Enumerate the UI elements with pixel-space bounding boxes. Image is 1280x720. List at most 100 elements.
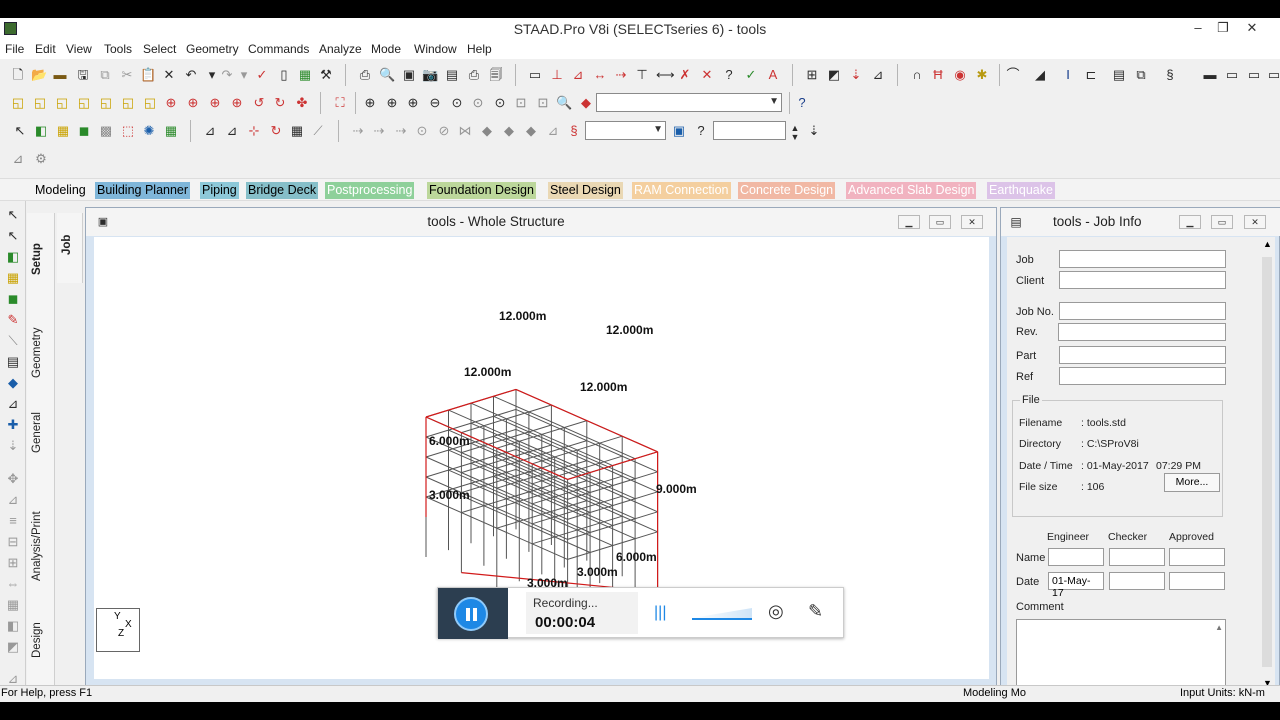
print-icon[interactable]: ⎙ — [357, 67, 373, 83]
eye-icon[interactable]: ◉ — [952, 67, 968, 83]
window-cascade-icon[interactable]: ▭ — [1224, 67, 1240, 83]
job-info-minimize-button[interactable]: ▁ — [1179, 215, 1201, 229]
page-tab-piping[interactable]: Piping — [200, 182, 239, 199]
delete-mark-icon[interactable]: ✕ — [699, 67, 715, 83]
align-tool-icon[interactable]: ⊟ — [5, 534, 21, 550]
grid-icon[interactable]: ✱ — [974, 67, 990, 83]
view-window-icon[interactable]: ▭ — [527, 67, 543, 83]
side-tab-design[interactable]: Design — [31, 622, 43, 658]
checker-date-field[interactable] — [1109, 572, 1165, 590]
spec-tool-icon[interactable]: ⊿ — [5, 396, 21, 412]
help-question-icon[interactable]: ? — [721, 67, 737, 83]
frame-icon[interactable]: Ħ — [930, 67, 946, 83]
beam-icon[interactable]: ⌒ — [1005, 67, 1021, 83]
support-icon[interactable]: ⊿ — [870, 67, 886, 83]
iso-view-6-icon[interactable]: ◱ — [120, 95, 136, 111]
page-tab-foundation-design[interactable]: Foundation Design — [427, 182, 536, 199]
property-tool-icon[interactable]: ◆ — [5, 375, 21, 391]
select-all-icon[interactable]: ▦ — [163, 123, 179, 139]
shape-3-icon[interactable]: ◆ — [523, 123, 539, 139]
page-tab-modeling[interactable]: Modeling — [33, 182, 88, 199]
snap-beam-icon[interactable]: ⇢ — [371, 123, 387, 139]
dynamic-zoom-icon[interactable]: ⊡ — [535, 95, 551, 111]
plate-icon[interactable]: ◩ — [826, 67, 842, 83]
pan-icon[interactable]: ⊙ — [492, 95, 508, 111]
rotate-geom-icon[interactable]: ↻ — [268, 123, 284, 139]
circular-repeat-icon[interactable]: ⊿ — [224, 123, 240, 139]
paste-icon[interactable]: 📋 — [140, 67, 156, 83]
page-tab-concrete-design[interactable]: Concrete Design — [738, 182, 836, 199]
array-tool-icon[interactable]: ▦ — [5, 597, 21, 613]
shape-5-icon[interactable]: § — [566, 123, 582, 139]
zoom-extents-icon[interactable]: ⊙ — [449, 95, 465, 111]
menu-help[interactable]: Help — [467, 42, 492, 56]
shape-4-icon[interactable]: ⊿ — [545, 123, 561, 139]
dynamic-rotate-icon[interactable]: ✤ — [294, 95, 310, 111]
whats-this-icon[interactable]: ? — [794, 95, 810, 111]
engineer-name-field[interactable] — [1048, 548, 1104, 566]
view-combo[interactable]: ▼ — [596, 93, 782, 112]
channel-icon[interactable]: ⊏ — [1083, 67, 1099, 83]
plate-cursor-icon[interactable]: ◼ — [5, 291, 21, 307]
menu-window[interactable]: Window — [414, 42, 457, 56]
iso-view-1-icon[interactable]: ◱ — [10, 95, 26, 111]
spin-right-icon[interactable]: ↻ — [272, 95, 288, 111]
tool-icon[interactable]: ⚒ — [318, 67, 334, 83]
open-file-icon[interactable]: 📂 — [31, 67, 47, 83]
cut-section-icon[interactable]: ⊙ — [414, 123, 430, 139]
window-tile-icon[interactable]: ▭ — [1246, 67, 1262, 83]
node-distance-icon[interactable]: ⇢ — [613, 67, 629, 83]
merge-tool-icon[interactable]: ⊞ — [5, 555, 21, 571]
menu-geometry[interactable]: Geometry — [186, 42, 239, 56]
node-cursor-icon[interactable]: ◧ — [5, 249, 21, 265]
undo-dropdown-icon[interactable]: ▾ — [204, 67, 220, 83]
structure-close-button[interactable]: ✕ — [961, 215, 983, 229]
rev-field[interactable] — [1058, 323, 1226, 341]
take-picture-icon[interactable]: 📷 — [422, 67, 438, 83]
eraser-icon[interactable]: ◆ — [578, 95, 594, 111]
undo-icon[interactable]: ↶ — [183, 67, 199, 83]
side-tab-analysis-print[interactable]: Analysis/Print — [31, 511, 43, 581]
red-letter-icon[interactable]: A — [765, 67, 781, 83]
arc-icon[interactable]: ∩ — [909, 67, 925, 83]
side-tab-geometry[interactable]: Geometry — [31, 328, 43, 379]
select-beams-icon[interactable]: ▦ — [55, 123, 71, 139]
copy-tool-icon[interactable]: ⊿ — [5, 492, 21, 508]
close-button[interactable]: ✕ — [1242, 20, 1262, 36]
stretch-tool-icon[interactable]: ⇔ — [5, 576, 21, 592]
grid-tool-icon[interactable]: ▤ — [5, 354, 21, 370]
zoom-in-icon[interactable]: ⊕ — [362, 95, 378, 111]
page-tab-advanced-slab-design[interactable]: Advanced Slab Design — [846, 182, 977, 199]
zoom-page-icon[interactable]: 🗐 — [488, 67, 504, 83]
shape-1-icon[interactable]: ◆ — [479, 123, 495, 139]
rotate-right-icon[interactable]: ⊕ — [229, 95, 245, 111]
zoom-plus-icon[interactable]: ⊕ — [405, 95, 421, 111]
page-tab-bridge-deck[interactable]: Bridge Deck — [246, 182, 319, 199]
iso-view-3-icon[interactable]: ◱ — [54, 95, 70, 111]
menu-analyze[interactable]: Analyze — [319, 42, 362, 56]
section-icon[interactable]: ◢ — [1032, 67, 1048, 83]
iso-view-5-icon[interactable]: ◱ — [98, 95, 114, 111]
load-case-combo[interactable]: ▼ — [585, 121, 666, 140]
menu-select[interactable]: Select — [143, 42, 176, 56]
page-icon[interactable]: ▯ — [276, 67, 292, 83]
cursor-x-icon[interactable]: ✗ — [677, 67, 693, 83]
rotate-left-icon[interactable]: ⊕ — [207, 95, 223, 111]
load-tool-icon[interactable]: ⇣ — [5, 438, 21, 454]
page-tab-earthquake[interactable]: Earthquake — [987, 182, 1055, 199]
measure-icon[interactable]: ↔ — [592, 67, 608, 83]
client-field[interactable] — [1059, 271, 1226, 289]
page-tab-steel-design[interactable]: Steel Design — [548, 182, 623, 199]
support-tool-icon[interactable]: ✚ — [5, 417, 21, 433]
break-tool-icon[interactable]: ◩ — [5, 639, 21, 655]
redo-icon[interactable]: ↷ — [219, 67, 235, 83]
monitor-icon[interactable]: ▣ — [671, 123, 687, 139]
pen-icon[interactable]: ✎ — [808, 601, 823, 622]
volume-slider[interactable] — [692, 618, 752, 620]
mirror-icon[interactable]: ⊹ — [246, 123, 262, 139]
spring-icon[interactable]: § — [1162, 67, 1178, 83]
side-tab-general[interactable]: General — [31, 412, 43, 453]
select-geometry-icon[interactable]: ✺ — [141, 123, 157, 139]
move-tool-icon[interactable]: ✥ — [5, 471, 21, 487]
translational-repeat-icon[interactable]: ⊿ — [202, 123, 218, 139]
